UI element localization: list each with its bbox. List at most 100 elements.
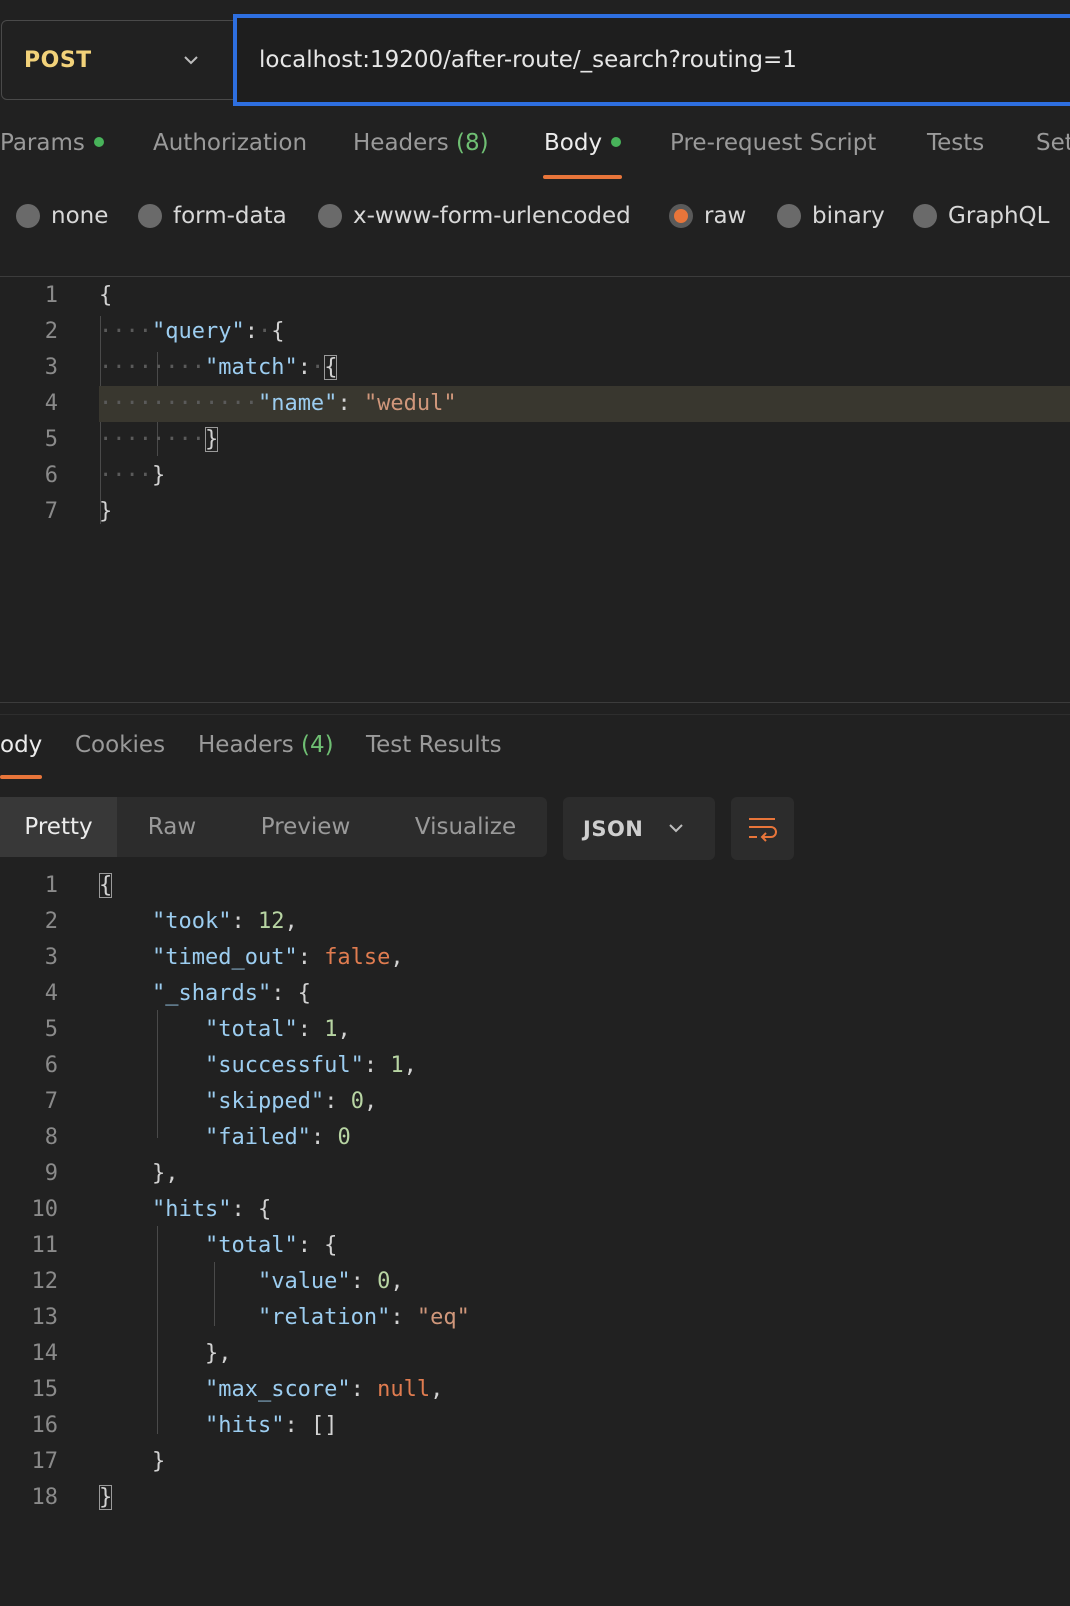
chevron-down-icon: [669, 824, 683, 833]
code-line: 2 "took": 12,: [0, 904, 1070, 940]
shards-total-value: 1: [324, 1017, 338, 1042]
line-number: 11: [31, 1233, 59, 1258]
pane-divider[interactable]: [0, 702, 1070, 703]
line-number: 3: [44, 355, 58, 380]
code-line: 1{: [0, 278, 1070, 314]
response-tab-test-results[interactable]: Test Results: [366, 732, 502, 758]
radio-x-www-form-urlencoded[interactable]: x-www-form-urlencoded: [318, 203, 631, 229]
code-line: 1{: [0, 868, 1070, 904]
response-tab-headers-label: Headers: [198, 732, 294, 758]
response-tab-headers[interactable]: Headers (4): [198, 732, 334, 758]
tab-params-label: Params: [0, 130, 85, 156]
divider: [0, 714, 1070, 715]
line-number: 12: [31, 1269, 59, 1294]
line-number: 3: [44, 945, 58, 970]
code-line: 13 "relation": "eq": [0, 1300, 1070, 1336]
format-select[interactable]: JSON: [563, 797, 715, 860]
response-tab-cookies[interactable]: Cookies: [75, 732, 165, 758]
line-number: 5: [44, 427, 58, 452]
tab-tests[interactable]: Tests: [927, 130, 984, 156]
query-key: "query": [151, 319, 245, 344]
line-number: 6: [44, 463, 58, 488]
params-indicator-dot: [93, 136, 104, 147]
view-raw[interactable]: Raw: [117, 797, 227, 857]
code-line: 16 "hits": []: [0, 1408, 1070, 1444]
tab-pre-request-label: Pre-request Script: [670, 130, 877, 156]
radio-circle: [138, 204, 162, 228]
view-visualize[interactable]: Visualize: [384, 797, 547, 857]
code-line: 18}: [0, 1480, 1070, 1516]
radio-circle: [318, 204, 342, 228]
total-key: "total": [204, 1017, 298, 1042]
radio-none[interactable]: none: [16, 203, 108, 229]
code-line: 5 ········}: [0, 422, 1070, 458]
relation-key: "relation": [257, 1305, 391, 1330]
skipped-key: "skipped": [204, 1089, 325, 1114]
code-line: 3 ········"match":·{: [0, 350, 1070, 386]
tab-headers-label: Headers: [353, 130, 449, 156]
wrap-lines-button[interactable]: [731, 797, 794, 860]
method-select[interactable]: POST: [1, 20, 235, 100]
radio-circle: [777, 204, 801, 228]
response-tab-body-label: ody: [0, 732, 43, 758]
line-number: 7: [44, 499, 58, 524]
line-number: 1: [44, 873, 58, 898]
tab-headers[interactable]: Headers (8): [353, 130, 489, 156]
line-number: 7: [44, 1089, 58, 1114]
code-line: 2 ····"query":·{: [0, 314, 1070, 350]
line-number: 1: [44, 283, 58, 308]
code-line: 7}: [0, 494, 1070, 530]
radio-binary-label: binary: [812, 203, 885, 229]
code-line: 6 ····}: [0, 458, 1070, 494]
radio-graphql-label: GraphQL: [948, 203, 1050, 229]
line-number: 6: [44, 1053, 58, 1078]
code-line: 17 }: [0, 1444, 1070, 1480]
relation-value: "eq": [416, 1305, 470, 1330]
method-label: POST: [24, 47, 92, 73]
radio-raw[interactable]: raw: [669, 203, 746, 229]
radio-none-label: none: [51, 203, 109, 229]
response-tab-test-results-label: Test Results: [366, 732, 502, 758]
radio-circle: [913, 204, 937, 228]
wrap-lines-icon: [749, 818, 777, 842]
tab-authorization[interactable]: Authorization: [153, 130, 307, 156]
response-tab-body[interactable]: ody: [0, 732, 42, 758]
max-score-value: null: [377, 1377, 431, 1402]
radio-graphql[interactable]: GraphQL: [913, 203, 1049, 229]
took-value: 12: [257, 909, 285, 934]
view-pretty[interactable]: Pretty: [0, 797, 117, 857]
radio-form-data-label: form-data: [173, 203, 287, 229]
line-number: 14: [31, 1341, 59, 1366]
url-input[interactable]: localhost:19200/after-route/_search?rout…: [233, 14, 1070, 106]
radio-form-data[interactable]: form-data: [138, 203, 287, 229]
radio-circle-selected: [669, 204, 693, 228]
tab-settings[interactable]: Set: [1036, 130, 1070, 156]
radio-circle: [16, 204, 40, 228]
line-number: 16: [31, 1413, 59, 1438]
inner-hits-value: []: [310, 1413, 338, 1438]
tab-params[interactable]: Params: [0, 130, 104, 156]
failed-value: 0: [337, 1125, 351, 1150]
code-line: 8 "failed": 0: [0, 1120, 1070, 1156]
line-number: 2: [44, 909, 58, 934]
code-line: 10 "hits": {: [0, 1192, 1070, 1228]
line-number: 2: [44, 319, 58, 344]
response-tab-cookies-label: Cookies: [75, 732, 166, 758]
inner-hits-key: "hits": [204, 1413, 285, 1438]
tab-authorization-label: Authorization: [153, 130, 308, 156]
hits-key: "hits": [151, 1197, 232, 1222]
view-preview[interactable]: Preview: [227, 797, 384, 857]
line-number: 13: [31, 1305, 59, 1330]
code-line: 14 },: [0, 1336, 1070, 1372]
tab-pre-request-script[interactable]: Pre-request Script: [670, 130, 876, 156]
code-line: 6 "successful": 1,: [0, 1048, 1070, 1084]
code-line-highlighted: 4 ············"name": "wedul": [45, 386, 1070, 422]
tab-body-label: Body: [544, 130, 603, 156]
radio-binary[interactable]: binary: [777, 203, 885, 229]
response-headers-count: (4): [301, 732, 334, 758]
shards-key: "_shards": [151, 981, 272, 1006]
tab-body[interactable]: Body: [544, 130, 622, 156]
failed-key: "failed": [204, 1125, 311, 1150]
divider: [0, 276, 1070, 277]
name-key: "name": [257, 391, 338, 416]
